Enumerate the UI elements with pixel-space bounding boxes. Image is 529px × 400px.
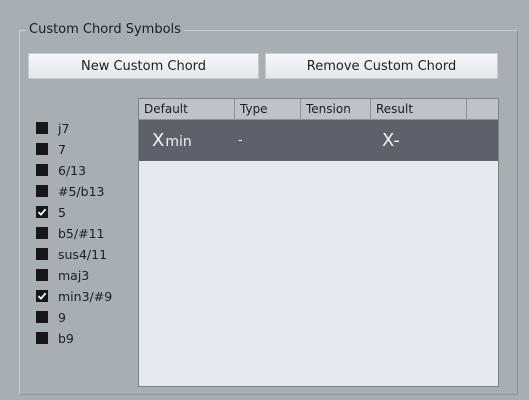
checkbox[interactable] [36,269,48,281]
extension-checkbox-b5-sharp11[interactable]: b5/#11 [36,223,104,243]
checkmark-icon [37,292,47,300]
checkbox-label: maj3 [58,267,90,283]
checkbox[interactable] [36,227,48,239]
column-header-default[interactable]: Default [139,99,235,119]
group-title: Custom Chord Symbols [26,21,184,39]
checkbox-label: #5/b13 [58,183,105,199]
checkbox[interactable] [36,206,48,218]
extension-checkbox-7[interactable]: 7 [36,139,66,159]
remove-custom-chord-button[interactable]: Remove Custom Chord [265,53,498,79]
extension-checkbox-b9[interactable]: b9 [36,328,74,348]
extension-checkbox-sus4-11[interactable]: sus4/11 [36,244,107,264]
extension-checkbox-6-13[interactable]: 6/13 [36,160,86,180]
checkbox-label: 9 [58,309,66,325]
checkbox-label: b9 [58,330,74,346]
table-row[interactable]: Xmin - X- [139,120,498,161]
checkbox[interactable] [36,185,48,197]
checkbox[interactable] [36,248,48,260]
chord-root: X [152,130,165,151]
checkbox-label: sus4/11 [58,246,108,262]
extension-checkbox-sharp5-b13[interactable]: #5/b13 [36,181,104,201]
column-header-type[interactable]: Type [235,99,301,119]
checkmark-icon [37,208,47,216]
checkbox[interactable] [36,311,48,323]
checkbox[interactable] [36,122,48,134]
checkbox-label: 5 [58,204,66,220]
extension-checkbox-9[interactable]: 9 [36,307,66,327]
checkbox-label: min3/#9 [58,288,113,304]
chord-suffix: min [165,134,192,150]
column-header-tension[interactable]: Tension [301,99,371,119]
checkbox-label: 7 [58,141,66,157]
cell-type: - [238,133,243,148]
cell-default: Xmin [152,120,192,161]
table-header: Default Type Tension Result [139,99,498,120]
extension-checkbox-j7[interactable]: j7 [36,118,69,138]
extension-checkbox-maj3[interactable]: maj3 [36,265,89,285]
custom-chord-table[interactable]: Default Type Tension Result Xmin - X- [138,98,499,387]
checkbox[interactable] [36,143,48,155]
cell-result: X- [382,130,400,151]
checkbox[interactable] [36,332,48,344]
checkbox-label: 6/13 [58,162,87,178]
column-header-result[interactable]: Result [371,99,467,119]
new-custom-chord-button[interactable]: New Custom Chord [28,53,259,79]
checkbox[interactable] [36,290,48,302]
checkbox-label: j7 [58,120,70,136]
extension-checkbox-5[interactable]: 5 [36,202,66,222]
extension-checkbox-min3-sharp9[interactable]: min3/#9 [36,286,112,306]
checkbox[interactable] [36,164,48,176]
checkbox-label: b5/#11 [58,225,105,241]
